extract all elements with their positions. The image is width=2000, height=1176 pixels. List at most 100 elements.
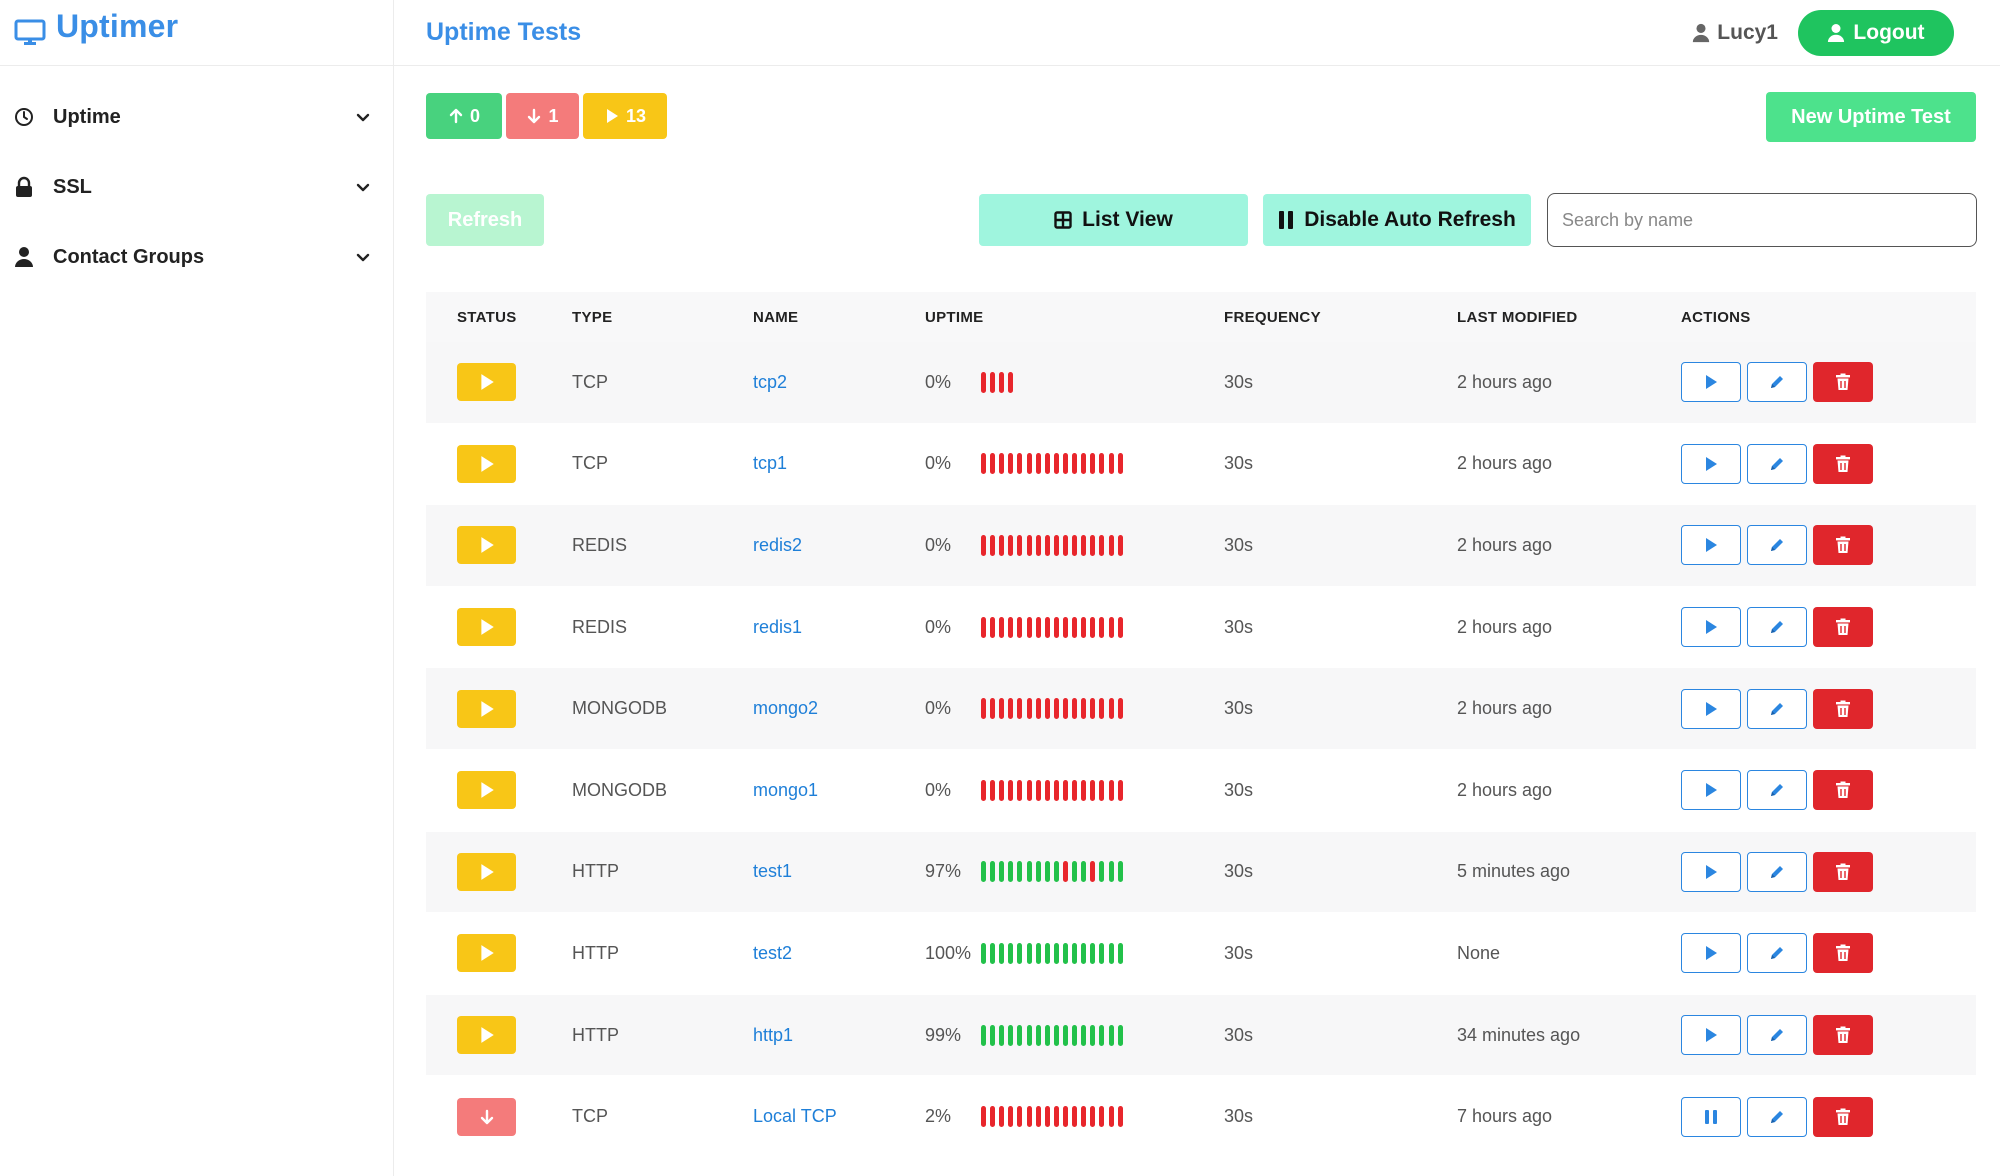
delete-button[interactable] <box>1813 443 1873 484</box>
delete-button[interactable] <box>1813 1096 1873 1137</box>
trash-icon <box>1836 618 1850 636</box>
heartbeat-bar <box>1035 534 1041 556</box>
heartbeat-bar <box>1117 698 1123 720</box>
toggle-run-button[interactable] <box>1681 443 1741 484</box>
delete-button[interactable] <box>1813 851 1873 892</box>
sidebar-item-contact-groups[interactable]: Contact Groups <box>0 222 393 292</box>
heartbeat-bar <box>999 371 1005 393</box>
column-header-uptime[interactable]: UPTIME <box>925 309 1224 326</box>
test-name-link[interactable]: mongo1 <box>753 780 818 800</box>
heartbeat-bar <box>1044 861 1050 883</box>
test-name-link[interactable]: tcp2 <box>753 372 787 392</box>
toggle-run-button[interactable] <box>1681 525 1741 566</box>
heartbeat-bar <box>1081 861 1087 883</box>
test-name-link[interactable]: redis1 <box>753 617 802 637</box>
toggle-run-button[interactable] <box>1681 770 1741 811</box>
column-header-last-modified[interactable]: LAST MODIFIED <box>1457 309 1681 326</box>
status-button[interactable] <box>457 934 516 973</box>
status-button[interactable] <box>457 852 516 891</box>
edit-button[interactable] <box>1747 1096 1807 1137</box>
heartbeat-bar <box>1099 1024 1105 1046</box>
heartbeat-bar <box>1072 1106 1078 1128</box>
up-count-badge[interactable]: 0 <box>426 93 502 139</box>
edit-button[interactable] <box>1747 851 1807 892</box>
heartbeat-bar <box>1017 534 1023 556</box>
edit-button[interactable] <box>1747 933 1807 974</box>
toggle-run-button[interactable] <box>1681 362 1741 403</box>
down-count-badge[interactable]: 1 <box>506 93 579 139</box>
heartbeat-bar <box>1062 698 1068 720</box>
down-count: 1 <box>548 105 559 126</box>
brand[interactable]: Uptimer <box>0 0 393 66</box>
refresh-button[interactable]: Refresh <box>426 194 544 246</box>
toggle-run-button[interactable] <box>1681 688 1741 729</box>
status-button[interactable] <box>457 689 516 728</box>
heartbeat-bar <box>1081 453 1087 475</box>
test-name-link[interactable]: mongo2 <box>753 698 818 718</box>
delete-button[interactable] <box>1813 525 1873 566</box>
edit-button[interactable] <box>1747 1015 1807 1056</box>
delete-button[interactable] <box>1813 607 1873 648</box>
toggle-run-button[interactable] <box>1681 933 1741 974</box>
edit-button[interactable] <box>1747 770 1807 811</box>
last-modified-cell: 2 hours ago <box>1457 371 1553 392</box>
paused-count-badge[interactable]: 13 <box>583 93 667 139</box>
status-button[interactable] <box>457 526 516 565</box>
test-name-link[interactable]: tcp1 <box>753 453 787 473</box>
heartbeat-bar <box>999 1024 1005 1046</box>
table-row: MONGODB mongo1 0% 30s 2 hours ago <box>426 749 1976 832</box>
heartbeat-bar <box>1072 861 1078 883</box>
edit-button[interactable] <box>1747 443 1807 484</box>
table-row: REDIS redis2 0% 30s 2 hours ago <box>426 505 1976 587</box>
sidebar-item-uptime[interactable]: Uptime <box>0 82 393 152</box>
status-button[interactable] <box>457 771 516 810</box>
heartbeat-bar <box>990 371 996 393</box>
toggle-run-button[interactable] <box>1681 1015 1741 1056</box>
status-button[interactable] <box>457 608 516 647</box>
edit-button[interactable] <box>1747 688 1807 729</box>
status-button[interactable] <box>457 444 516 483</box>
status-button[interactable] <box>457 1016 516 1055</box>
test-name-link[interactable]: test1 <box>753 861 792 881</box>
heartbeat-bar <box>1044 698 1050 720</box>
status-button[interactable] <box>457 1097 516 1136</box>
heartbeat-bar <box>1026 861 1032 883</box>
new-uptime-test-button[interactable]: New Uptime Test <box>1766 92 1976 142</box>
play-icon <box>1706 701 1717 716</box>
test-name-link[interactable]: test2 <box>753 943 792 963</box>
heartbeat-bar <box>1053 453 1059 475</box>
heartbeat-bar <box>981 534 986 556</box>
edit-button[interactable] <box>1747 362 1807 403</box>
column-header-frequency[interactable]: FREQUENCY <box>1224 309 1457 326</box>
edit-button[interactable] <box>1747 525 1807 566</box>
column-header-name[interactable]: NAME <box>753 309 925 326</box>
test-name-link[interactable]: Local TCP <box>753 1106 837 1126</box>
search-input[interactable] <box>1547 193 1977 247</box>
heartbeat-bar <box>1117 779 1123 801</box>
heartbeat-bars <box>981 453 1127 475</box>
sidebar-item-ssl[interactable]: SSL <box>0 152 393 222</box>
heartbeat-bar <box>981 616 986 638</box>
heartbeat-bar <box>1090 942 1096 964</box>
test-name-link[interactable]: redis2 <box>753 535 802 555</box>
edit-button[interactable] <box>1747 607 1807 648</box>
column-header-status[interactable]: STATUS <box>426 309 572 326</box>
uptime-percent: 0% <box>925 698 952 719</box>
delete-button[interactable] <box>1813 770 1873 811</box>
table-row: HTTP http1 99% 30s 34 minutes ago <box>426 994 1976 1077</box>
delete-button[interactable] <box>1813 688 1873 729</box>
status-button[interactable] <box>457 363 516 402</box>
column-header-type[interactable]: TYPE <box>572 309 753 326</box>
delete-button[interactable] <box>1813 933 1873 974</box>
toggle-run-button[interactable] <box>1681 607 1741 648</box>
toggle-run-button[interactable] <box>1681 1096 1741 1137</box>
delete-button[interactable] <box>1813 362 1873 403</box>
delete-button[interactable] <box>1813 1015 1873 1056</box>
list-view-button[interactable]: List View <box>979 194 1248 246</box>
logout-button[interactable]: Logout <box>1798 9 1954 56</box>
toggle-run-button[interactable] <box>1681 851 1741 892</box>
test-name-link[interactable]: http1 <box>753 1025 793 1045</box>
disable-auto-refresh-button[interactable]: Disable Auto Refresh <box>1263 194 1531 246</box>
user-menu[interactable]: Lucy1 <box>1691 21 1778 45</box>
frequency-cell: 30s <box>1224 534 1254 555</box>
